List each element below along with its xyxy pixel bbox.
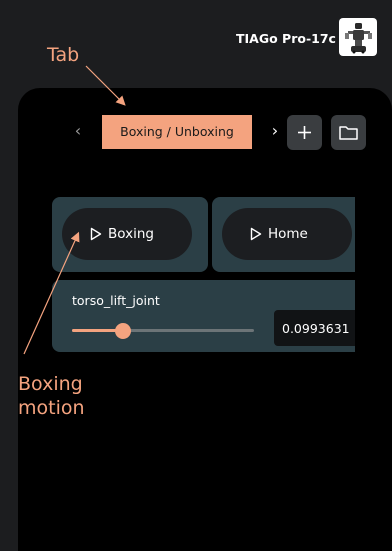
joint-value-input[interactable] [274,310,355,346]
joint-value-box [274,310,355,346]
annotation-boxing-motion: Boxing motion [18,372,138,420]
folder-icon [339,126,358,140]
joint-name: torso_lift_joint [72,293,160,308]
add-tab-button[interactable] [287,115,322,150]
boxing-motion-button[interactable]: Boxing [62,208,192,260]
motion-card-home: Home [212,197,355,272]
tab-prev-button[interactable]: ‹ [71,120,85,142]
folder-button[interactable] [331,115,366,150]
joint-slider[interactable] [72,323,254,339]
robot-icon[interactable] [339,18,377,56]
robot-name: TIAGo Pro-17c [236,31,336,46]
motion-label: Boxing [108,226,154,242]
joint-control-card: torso_lift_joint [52,280,355,352]
motion-card-boxing: Boxing [52,197,208,272]
play-icon [250,227,262,241]
slider-thumb[interactable] [114,323,131,339]
home-motion-button[interactable]: Home [222,208,352,260]
play-icon [90,227,102,241]
annotation-line: Boxing [18,373,83,395]
tab-next-button[interactable]: › [268,120,282,142]
tab-boxing-unboxing[interactable]: Boxing / Unboxing [102,115,252,149]
annotation-tab: Tab [47,44,80,66]
annotation-line: motion [18,397,85,419]
plus-icon [298,126,311,139]
motion-label: Home [268,226,308,242]
